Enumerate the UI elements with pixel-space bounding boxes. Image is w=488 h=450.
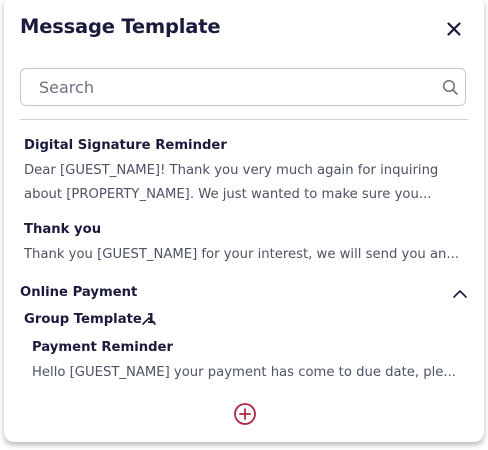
template-preview-line: Dear [GUEST_NAME]! Thank you very much a…: [24, 163, 439, 178]
template-preview-line: about [PROPERTY_NAME]. We just wanted to…: [24, 187, 432, 202]
chevron-up-icon[interactable]: [141, 313, 157, 327]
group-header-group-template-1[interactable]: Group Template 1: [24, 312, 156, 327]
template-preview: Hello [GUEST_NAME] your payment has come…: [32, 365, 456, 380]
category-header-online-payment[interactable]: Online Payment: [20, 285, 137, 300]
template-title: Thank you: [24, 222, 102, 237]
template-title: Digital Signature Reminder: [24, 138, 227, 153]
search-input[interactable]: [21, 69, 421, 105]
template-preview: Thank you [GUEST_NAME] for your interest…: [24, 247, 459, 262]
close-icon[interactable]: [442, 17, 466, 41]
search-box: [20, 68, 466, 106]
template-item-digital-signature-reminder[interactable]: Digital Signature Reminder Dear [GUEST_N…: [24, 138, 468, 207]
divider: [20, 119, 468, 120]
template-item-payment-reminder[interactable]: Payment Reminder Hello [GUEST_NAME] your…: [32, 340, 462, 385]
add-circle-icon[interactable]: [233, 402, 257, 426]
template-title: Payment Reminder: [32, 340, 174, 355]
message-template-panel: Message Template Digital Signature Remin…: [4, 0, 484, 442]
template-preview: Dear [GUEST_NAME]! Thank you very much a…: [24, 159, 468, 207]
panel-title: Message Template: [20, 15, 221, 38]
chevron-up-icon[interactable]: [452, 286, 468, 300]
template-item-thank-you[interactable]: Thank you Thank you [GUEST_NAME] for you…: [24, 222, 468, 267]
search-icon[interactable]: [442, 79, 459, 96]
